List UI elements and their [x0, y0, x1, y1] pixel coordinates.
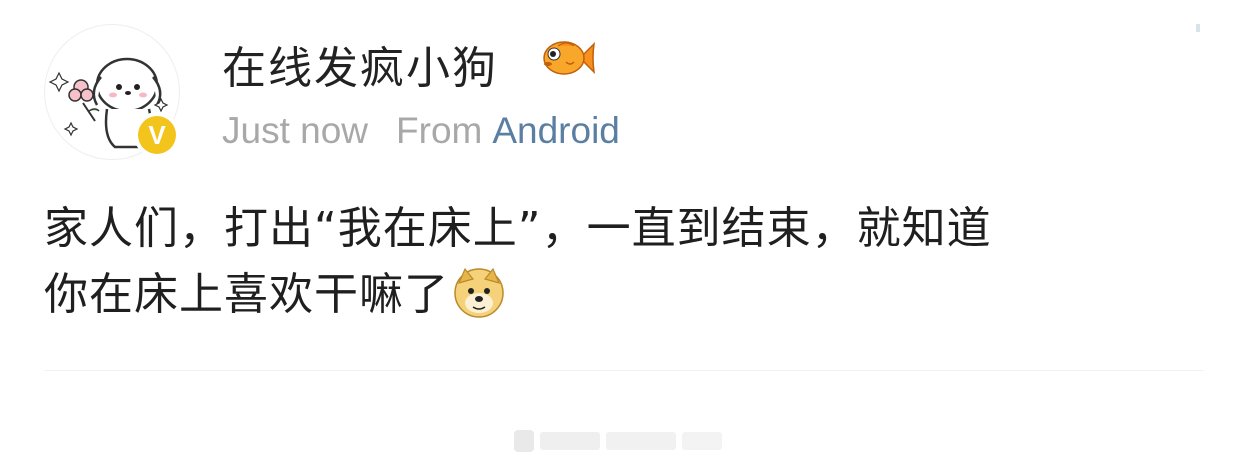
- post-body-line-2: 你在床上喜欢干嘛了: [44, 262, 1204, 328]
- username[interactable]: 在线发疯小狗: [222, 32, 498, 96]
- post-body: 家人们，打出“我在床上”，一直到结束，就知道 你在床上喜欢干嘛了: [44, 196, 1204, 328]
- post-meta: Just now From Android: [222, 110, 620, 152]
- source-label: From: [396, 110, 483, 151]
- weibo-post-card: V 在线发疯小狗 Just now From Android 家人们，打出“我在床上…: [0, 0, 1242, 469]
- verified-badge-icon: V: [134, 112, 180, 158]
- post-divider: [44, 370, 1204, 371]
- decorative-dot: [1196, 24, 1200, 32]
- doge-emoji-icon: [454, 267, 504, 318]
- post-body-line-text: 你在床上喜欢干嘛了: [44, 269, 449, 320]
- post-body-line: 家人们，打出“我在床上”，一直到结束，就知道: [44, 203, 992, 254]
- blurred-watermark: [514, 430, 722, 452]
- goldfish-emoji-icon: [543, 41, 596, 75]
- post-timestamp: Just now: [222, 110, 369, 151]
- source-platform-link[interactable]: Android: [492, 110, 620, 151]
